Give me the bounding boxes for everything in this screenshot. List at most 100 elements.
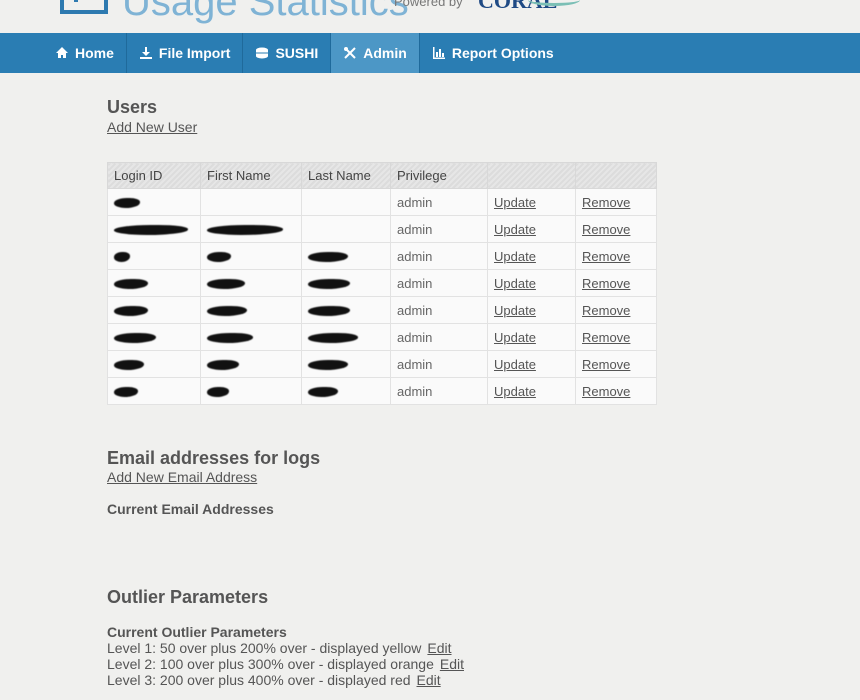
users-section: Users <box>107 97 157 117</box>
outlier-level-text: Level 1: 50 over plus 200% over - displa… <box>107 640 422 656</box>
redacted-text <box>308 333 358 344</box>
redacted-text <box>207 306 247 317</box>
nav-label: Report Options <box>451 45 554 61</box>
cell-privilege: admin <box>390 188 488 216</box>
update-link[interactable]: Update <box>494 330 536 345</box>
cell-last-name <box>301 323 391 351</box>
cell-update: Update <box>487 377 576 405</box>
current-email-label: Current Email Addresses <box>107 501 274 517</box>
main-navbar: Home File Import SUSHI Admin Report Opti… <box>0 33 860 73</box>
remove-link[interactable]: Remove <box>582 384 630 399</box>
cell-privilege: admin <box>390 269 488 297</box>
nav-item-report-options[interactable]: Report Options <box>420 33 566 73</box>
cell-remove: Remove <box>575 269 657 297</box>
cell-remove: Remove <box>575 296 657 324</box>
redacted-text <box>114 360 144 371</box>
nav-item-file-import[interactable]: File Import <box>127 33 244 73</box>
cell-login-id <box>107 296 201 324</box>
update-link[interactable]: Update <box>494 357 536 372</box>
cell-first-name <box>200 350 302 378</box>
cell-update: Update <box>487 188 576 216</box>
powered-by-text: Powered by <box>394 0 463 9</box>
update-link[interactable]: Update <box>494 384 536 399</box>
edit-link[interactable]: Edit <box>417 672 441 688</box>
redacted-text <box>207 360 239 371</box>
cell-remove: Remove <box>575 323 657 351</box>
table-row: admin Update Remove <box>107 188 657 216</box>
cell-login-id <box>107 215 201 243</box>
download-icon <box>139 46 153 60</box>
app-header: Usage Statistics Powered by CORAL <box>0 0 860 33</box>
outlier-level-text: Level 3: 200 over plus 400% over - displ… <box>107 672 411 688</box>
cell-login-id <box>107 242 201 270</box>
update-link[interactable]: Update <box>494 303 536 318</box>
redacted-text <box>114 198 140 209</box>
cell-last-name <box>301 377 391 405</box>
redacted-text <box>207 252 231 263</box>
users-title: Users <box>107 97 158 117</box>
cell-remove: Remove <box>575 377 657 405</box>
column-header-remove <box>575 162 657 189</box>
tools-icon <box>343 46 357 60</box>
cell-update: Update <box>487 215 576 243</box>
cell-update: Update <box>487 242 576 270</box>
cell-update: Update <box>487 269 576 297</box>
remove-link[interactable]: Remove <box>582 249 630 264</box>
table-row: admin Update Remove <box>107 350 657 378</box>
bar-chart-icon <box>432 46 446 60</box>
redacted-text <box>207 225 283 236</box>
update-link[interactable]: Update <box>494 195 536 210</box>
cell-update: Update <box>487 296 576 324</box>
cell-remove: Remove <box>575 350 657 378</box>
nav-item-admin[interactable]: Admin <box>331 33 420 73</box>
cell-first-name <box>200 323 302 351</box>
app-title: Usage Statistics <box>122 0 409 24</box>
email-section-title: Email addresses for logs <box>107 448 321 468</box>
redacted-text <box>308 279 350 290</box>
remove-link[interactable]: Remove <box>582 222 630 237</box>
redacted-text <box>207 333 253 344</box>
update-link[interactable]: Update <box>494 249 536 264</box>
redacted-text <box>207 279 245 290</box>
remove-link[interactable]: Remove <box>582 276 630 291</box>
cell-last-name <box>301 269 391 297</box>
edit-link[interactable]: Edit <box>440 656 464 672</box>
update-link[interactable]: Update <box>494 276 536 291</box>
add-new-email-link[interactable]: Add New Email Address <box>107 469 257 485</box>
remove-link[interactable]: Remove <box>582 303 630 318</box>
cell-first-name <box>200 296 302 324</box>
redacted-text <box>207 387 229 398</box>
outlier-section-title: Outlier Parameters <box>107 587 269 607</box>
edit-link[interactable]: Edit <box>427 640 451 656</box>
redacted-text <box>114 387 138 398</box>
column-header-login-id: Login ID <box>107 162 201 189</box>
nav-label: File Import <box>158 45 231 61</box>
table-row: admin Update Remove <box>107 242 657 270</box>
remove-link[interactable]: Remove <box>582 330 630 345</box>
cell-privilege: admin <box>390 215 488 243</box>
add-new-user-link[interactable]: Add New User <box>107 119 197 135</box>
cell-first-name <box>200 242 302 270</box>
cell-first-name <box>200 269 302 297</box>
cell-login-id <box>107 377 201 405</box>
cell-login-id <box>107 269 201 297</box>
update-link[interactable]: Update <box>494 222 536 237</box>
cell-remove: Remove <box>575 242 657 270</box>
cell-privilege: admin <box>390 350 488 378</box>
column-header-update <box>487 162 576 189</box>
table-row: admin Update Remove <box>107 323 657 351</box>
remove-link[interactable]: Remove <box>582 195 630 210</box>
outlier-level-2: Level 2: 100 over plus 300% over - displ… <box>107 656 464 672</box>
column-header-privilege: Privilege <box>390 162 488 189</box>
cell-last-name <box>301 242 391 270</box>
table-row: admin Update Remove <box>107 296 657 324</box>
nav-item-sushi[interactable]: SUSHI <box>243 33 332 73</box>
nav-label: Home <box>75 45 114 61</box>
redacted-text <box>308 387 338 398</box>
cell-remove: Remove <box>575 215 657 243</box>
nav-item-home[interactable]: Home <box>43 33 127 73</box>
cell-login-id <box>107 350 201 378</box>
cell-last-name <box>301 188 391 216</box>
cell-first-name <box>200 377 302 405</box>
remove-link[interactable]: Remove <box>582 357 630 372</box>
